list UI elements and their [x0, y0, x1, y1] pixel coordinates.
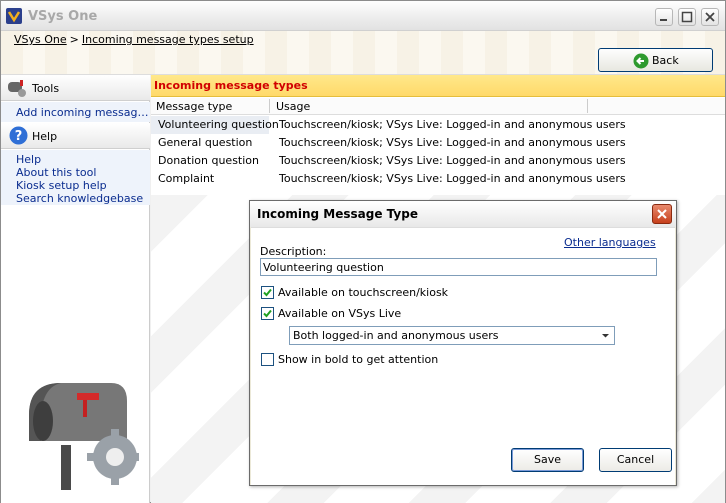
other-languages-link[interactable]: Other languages [564, 236, 656, 249]
minimize-icon [660, 19, 667, 21]
cell-usage: Touchscreen/kiosk; VSys Live: Logged-in … [279, 154, 626, 167]
back-arrow-icon [633, 53, 649, 69]
sidebar-link-about[interactable]: About this tool [1, 166, 150, 179]
breadcrumb-separator: > [69, 33, 79, 46]
breadcrumb-current-link[interactable]: Incoming message types setup [82, 33, 254, 46]
help-icon: ? [9, 126, 28, 145]
sidebar-link-help[interactable]: Help [1, 153, 150, 166]
cell-usage: Touchscreen/kiosk; VSys Live: Logged-in … [279, 136, 626, 149]
help-links: Help About this tool Kiosk setup help Se… [1, 150, 150, 205]
cell-usage: Touchscreen/kiosk; VSys Live: Logged-in … [279, 118, 626, 131]
app-window: VSys One VSys One > Incoming message types… [0, 0, 726, 503]
bold-checkbox-label: Show in bold to get attention [278, 353, 439, 366]
sidebar-help-label: Help [32, 130, 58, 143]
table-header: Message type Usage [151, 98, 725, 115]
sidebar-link-kiosk-help[interactable]: Kiosk setup help [1, 179, 150, 192]
dialog-close-button[interactable] [652, 204, 672, 224]
sidebar: Tools Add incoming message t... ? Help H… [1, 75, 150, 503]
tools-links: Add incoming message t... [1, 102, 150, 122]
maximize-button[interactable] [678, 8, 696, 26]
vsyslive-checkbox[interactable] [261, 307, 274, 320]
sidebar-tools-label: Tools [32, 82, 60, 95]
bold-checkbox[interactable] [261, 353, 274, 366]
cancel-button-label: Cancel [616, 453, 655, 466]
close-icon [657, 209, 667, 219]
column-divider[interactable] [269, 99, 270, 113]
section-title-bar: Incoming message types [151, 75, 725, 97]
mailbox-gear-illustration-icon [29, 383, 139, 490]
vsyslive-checkbox-label: Available on VSys Live [278, 307, 402, 320]
sidebar-link-add-incoming-message[interactable]: Add incoming message t... [1, 106, 150, 119]
back-button[interactable]: Back [598, 48, 713, 72]
chevron-down-icon [602, 334, 609, 338]
breadcrumb: VSys One > Incoming message types setup [14, 33, 254, 46]
close-icon [705, 12, 715, 22]
close-button[interactable] [701, 8, 719, 26]
checkmark-icon [263, 309, 272, 318]
back-button-label: Back [652, 54, 679, 67]
incoming-message-type-dialog: Incoming Message Type Other languages De… [249, 200, 677, 486]
section-title: Incoming message types [154, 79, 308, 92]
table-row[interactable]: Donation question Touchscreen/kiosk; VSy… [151, 152, 725, 170]
cell-message-type: Donation question [158, 154, 260, 167]
save-button-label: Save [533, 453, 561, 466]
dropdown-arrow[interactable] [597, 327, 614, 344]
sidebar-tools-header[interactable]: Tools [1, 75, 150, 101]
column-header-message-type[interactable]: Message type [156, 100, 232, 113]
table-row[interactable]: Volunteering question Touchscreen/kiosk;… [151, 116, 725, 134]
title-bar: VSys One [1, 1, 725, 31]
window-title: VSys One [28, 9, 98, 24]
cancel-button[interactable]: Cancel [599, 448, 672, 472]
sidebar-help-header[interactable]: ? Help [1, 123, 150, 149]
audience-select-value: Both logged-in and anonymous users [293, 329, 499, 342]
table-row[interactable]: Complaint Touchscreen/kiosk; VSys Live: … [151, 170, 725, 188]
description-label: Description: [260, 245, 327, 258]
checkmark-icon [263, 288, 272, 297]
maximize-icon [681, 11, 693, 23]
save-button[interactable]: Save [511, 448, 584, 472]
sidebar-link-search-kb[interactable]: Search knowledgebase [1, 192, 150, 205]
header-banner: VSys One > Incoming message types setup Ba… [1, 31, 725, 75]
cell-message-type: Volunteering question [151, 116, 279, 134]
breadcrumb-home-link[interactable]: VSys One [14, 33, 67, 46]
column-divider[interactable] [587, 99, 588, 113]
cell-message-type: Complaint [158, 172, 215, 185]
dialog-body: Other languages Description: Available o… [251, 227, 675, 485]
cell-message-type: General question [158, 136, 253, 149]
minimize-button[interactable] [655, 8, 673, 26]
cell-usage: Touchscreen/kiosk; VSys Live: Logged-in … [279, 172, 626, 185]
column-header-usage[interactable]: Usage [276, 100, 310, 113]
tools-mailbox-icon [8, 80, 26, 97]
description-input[interactable] [260, 258, 657, 276]
audience-select[interactable]: Both logged-in and anonymous users [289, 326, 615, 345]
touchscreen-checkbox-label: Available on touchscreen/kiosk [278, 286, 449, 299]
touchscreen-checkbox[interactable] [261, 286, 274, 299]
table-row[interactable]: General question Touchscreen/kiosk; VSys… [151, 134, 725, 152]
svg-text:?: ? [15, 129, 23, 144]
app-logo-icon [6, 8, 22, 24]
dialog-title-bar[interactable]: Incoming Message Type [250, 201, 676, 227]
dialog-title: Incoming Message Type [257, 207, 418, 221]
